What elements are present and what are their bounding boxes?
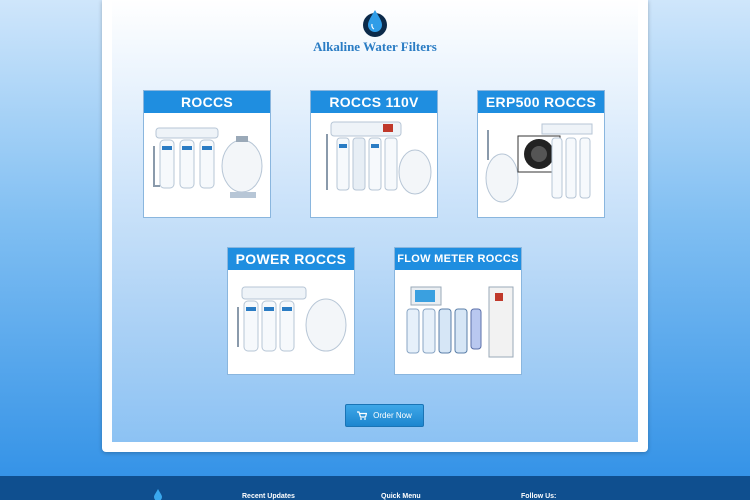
product-image[interactable]: [146, 116, 268, 214]
product-card-erp500-roccs[interactable]: ERP500 ROCCS: [477, 90, 605, 218]
product-label: ROCCS: [144, 91, 270, 113]
product-card-roccs[interactable]: ROCCS: [143, 90, 271, 218]
water-drop-icon: [154, 489, 162, 500]
product-label: ERP500 ROCCS: [478, 91, 604, 113]
product-label: FLOW METER ROCCS: [395, 248, 521, 270]
product-image[interactable]: [313, 116, 435, 214]
product-card-flow-meter-roccs[interactable]: FLOW METER ROCCS: [394, 247, 522, 375]
product-card-roccs-110v[interactable]: ROCCS 110V: [310, 90, 438, 218]
order-now-button[interactable]: Order Now: [345, 404, 424, 427]
footer-heading-follow-us: Follow Us:: [521, 493, 557, 500]
footer-heading-recent-updates: Recent Updates: [242, 493, 295, 500]
product-label: ROCCS 110V: [311, 91, 437, 113]
order-now-label: Order Now: [373, 411, 412, 420]
footer-heading-quick-menu: Quick Menu: [381, 493, 421, 500]
site-footer: Recent Updates Quick Menu Follow Us:: [0, 476, 750, 500]
content-area: Alkaline Water Filters ROCCS ROCCS 110V: [112, 0, 638, 442]
content-panel: Alkaline Water Filters ROCCS ROCCS 110V: [102, 0, 648, 452]
product-image[interactable]: [230, 273, 352, 371]
product-card-power-roccs[interactable]: POWER ROCCS: [227, 247, 355, 375]
site-title: Alkaline Water Filters: [313, 39, 437, 54]
product-label: POWER ROCCS: [228, 248, 354, 270]
water-drop-icon: [363, 10, 387, 37]
cart-icon: [357, 411, 368, 421]
product-image[interactable]: [397, 273, 519, 371]
product-image[interactable]: [480, 116, 602, 214]
